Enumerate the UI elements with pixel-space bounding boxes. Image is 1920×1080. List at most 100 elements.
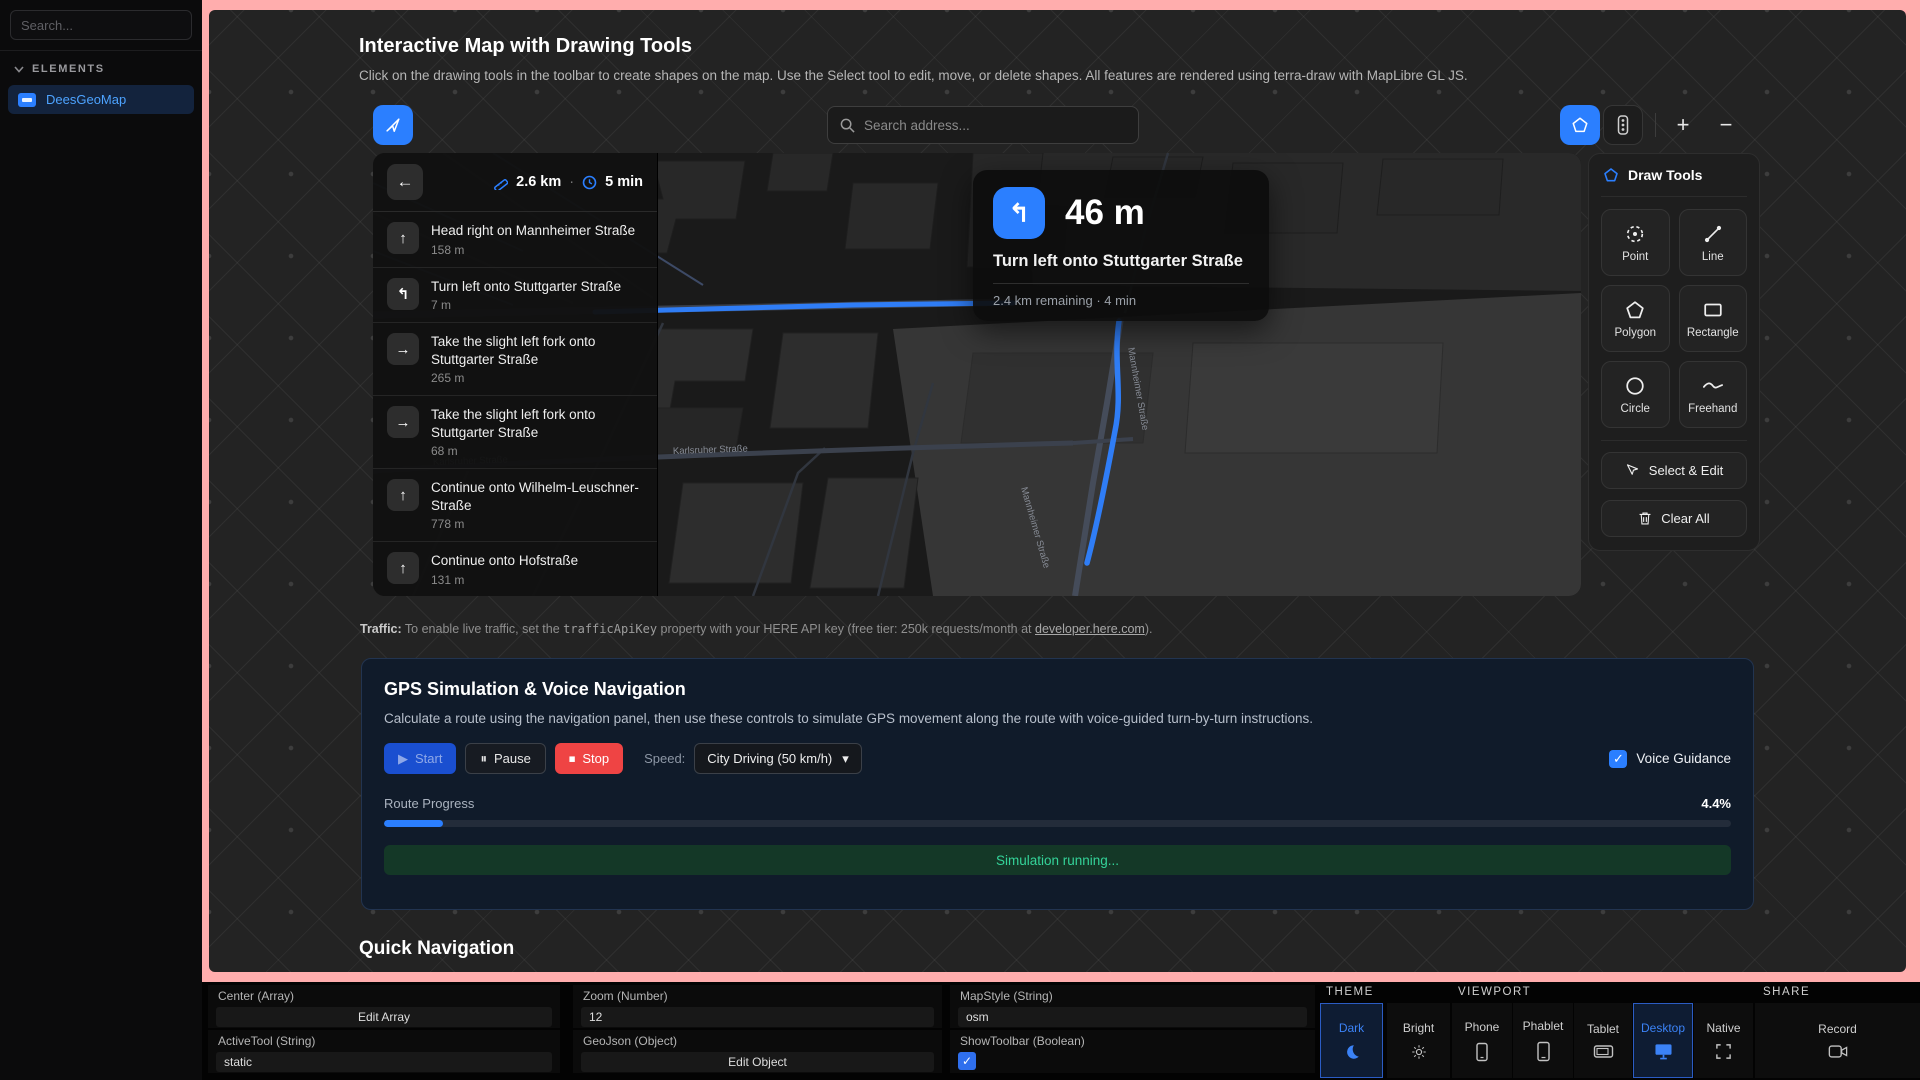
zoom-input[interactable]	[581, 1007, 934, 1027]
tool-line-button[interactable]: Line	[1679, 209, 1748, 276]
pentagon-icon	[1571, 116, 1589, 134]
turn-remaining: 2.4 km remaining · 4 min	[993, 293, 1249, 308]
tool-point-button[interactable]: Point	[1601, 209, 1670, 276]
tool-polygon-button[interactable]: Polygon	[1601, 285, 1670, 352]
prop-label: ActiveTool (String)	[218, 1034, 315, 1048]
viewport-desktop-button[interactable]: Desktop	[1633, 1003, 1693, 1078]
here-developer-link[interactable]: developer.here.com	[1035, 622, 1145, 636]
route-progress-label: Route Progress	[384, 796, 474, 811]
turn-street: Turn left onto Stuttgarter Straße	[993, 252, 1249, 271]
share-section-label: SHARE	[1763, 986, 1810, 998]
direction-text: Take the slight left fork onto Stuttgart…	[431, 333, 643, 368]
edit-object-button[interactable]: Edit Object	[581, 1052, 934, 1072]
sidebar-item-deesgeomap[interactable]: DeesGeoMap	[8, 85, 194, 114]
prop-mapstyle: MapStyle (String)	[950, 985, 1315, 1028]
maneuver-straight-icon: ↑	[387, 552, 419, 584]
mapstyle-input[interactable]	[958, 1007, 1307, 1027]
direction-step[interactable]: → Take the slight left fork onto Stuttga…	[373, 396, 657, 469]
direction-step[interactable]: ↰ Turn left onto Stuttgarter Straße 7 m	[373, 268, 657, 324]
start-button[interactable]: ▶ Start	[384, 743, 456, 774]
preview-stage: Interactive Map with Drawing Tools Click…	[202, 0, 1920, 1080]
direction-step[interactable]: ↑ Continue onto Hofstraße 131 m	[373, 542, 657, 596]
map-view[interactable]: Karlsruher Straße Karlsruher Straße Mann…	[373, 153, 1581, 596]
pause-button[interactable]: ⏸ Pause	[465, 743, 545, 774]
cursor-icon	[1625, 463, 1640, 478]
back-button[interactable]: ←	[387, 164, 423, 200]
speed-label: Speed:	[644, 751, 685, 766]
ruler-icon	[493, 175, 508, 190]
search-icon	[840, 118, 855, 133]
viewport-phablet-label: Phablet	[1523, 1019, 1564, 1033]
activetool-input[interactable]	[216, 1052, 552, 1072]
draw-tools-toggle-button[interactable]	[1560, 105, 1600, 145]
direction-text: Continue onto Hofstraße	[431, 552, 578, 570]
viewport-phone-button[interactable]: Phone	[1452, 1003, 1512, 1078]
navigation-arrow-icon	[383, 115, 403, 135]
polygon-tool-icon	[1624, 299, 1646, 321]
theme-dark-button[interactable]: Dark	[1320, 1003, 1383, 1078]
circle-tool-icon	[1624, 375, 1646, 397]
speed-value: City Driving (50 km/h)	[707, 751, 832, 766]
sidebar-search-input[interactable]	[10, 10, 192, 40]
pentagon-icon	[1603, 167, 1619, 183]
voice-guidance-label: Voice Guidance	[1636, 751, 1731, 766]
select-edit-button[interactable]: Select & Edit	[1601, 452, 1747, 489]
traffic-text: property with your HERE API key (free ti…	[657, 622, 1035, 636]
simulation-status: Simulation running...	[384, 845, 1731, 875]
prop-label: GeoJson (Object)	[583, 1034, 677, 1048]
tool-label: Line	[1702, 251, 1724, 263]
traffic-code: trafficApiKey	[563, 622, 657, 636]
map-component-icon	[18, 93, 36, 107]
route-progress-fill	[384, 820, 443, 827]
direction-step[interactable]: → Take the slight left fork onto Stuttga…	[373, 323, 657, 396]
share-record-button[interactable]: Record	[1755, 1003, 1920, 1078]
tool-freehand-button[interactable]: Freehand	[1679, 361, 1748, 428]
stop-button[interactable]: ⏹ Stop	[555, 743, 623, 774]
pause-label: Pause	[494, 751, 531, 766]
voice-guidance-checkbox[interactable]: ✓	[1609, 750, 1627, 768]
speed-select[interactable]: City Driving (50 km/h) ▾	[694, 743, 862, 774]
maneuver-fork-icon: →	[387, 406, 419, 438]
viewport-native-button[interactable]: Native	[1694, 1003, 1753, 1078]
prop-label: MapStyle (String)	[960, 989, 1053, 1003]
sidebar-search-wrap	[0, 0, 202, 51]
direction-step[interactable]: ↑ Head right on Mannheimer Straße 158 m	[373, 212, 657, 268]
zoom-in-button[interactable]: +	[1668, 105, 1698, 145]
tool-rectangle-button[interactable]: Rectangle	[1679, 285, 1748, 352]
theme-bright-button[interactable]: Bright	[1387, 1003, 1450, 1078]
turn-instruction-card: ↰ 46 m Turn left onto Stuttgarter Straße…	[973, 170, 1269, 321]
draw-tools-grid: Point Line Polygon	[1601, 197, 1747, 441]
moon-icon	[1343, 1043, 1361, 1061]
locate-button[interactable]	[373, 105, 413, 145]
quick-navigation-title: Quick Navigation	[359, 938, 514, 960]
direction-distance: 68 m	[431, 444, 643, 458]
viewport-phablet-button[interactable]: Phablet	[1513, 1003, 1573, 1078]
traffic-toggle-button[interactable]	[1603, 105, 1643, 145]
gps-simulation-card: GPS Simulation & Voice Navigation Calcul…	[361, 658, 1754, 910]
viewport-tablet-button[interactable]: Tablet	[1574, 1003, 1632, 1078]
theme-section-label: THEME	[1326, 986, 1374, 998]
point-tool-icon	[1624, 223, 1646, 245]
share-record-label: Record	[1818, 1022, 1857, 1036]
gps-controls: ▶ Start ⏸ Pause ⏹ Stop Speed: City Drivi…	[384, 743, 1731, 774]
tool-circle-button[interactable]: Circle	[1601, 361, 1670, 428]
theme-dark-label: Dark	[1339, 1021, 1364, 1035]
tablet-icon	[1593, 1044, 1614, 1059]
direction-text: Turn left onto Stuttgarter Straße	[431, 278, 621, 296]
card-divider	[993, 283, 1249, 284]
edit-array-button[interactable]: Edit Array	[216, 1007, 552, 1027]
direction-distance: 7 m	[431, 298, 621, 312]
direction-distance: 778 m	[431, 517, 643, 531]
clear-all-button[interactable]: Clear All	[1601, 500, 1747, 537]
zoom-out-button[interactable]: −	[1711, 105, 1741, 145]
traffic-text: To enable live traffic, set the	[402, 622, 563, 636]
tool-label: Freehand	[1688, 403, 1737, 415]
sidebar-item-label: DeesGeoMap	[46, 92, 126, 107]
address-search-input[interactable]	[864, 118, 1126, 133]
sidebar-section-elements[interactable]: ELEMENTS	[0, 51, 202, 83]
traffic-text: ).	[1145, 622, 1153, 636]
toolbar-divider	[1655, 113, 1656, 137]
page-subtitle: Click on the drawing tools in the toolba…	[359, 68, 1779, 83]
direction-step[interactable]: ↑ Continue onto Wilhelm-Leuschner-Straße…	[373, 469, 657, 542]
showtoolbar-checkbox[interactable]: ✓	[958, 1052, 976, 1070]
